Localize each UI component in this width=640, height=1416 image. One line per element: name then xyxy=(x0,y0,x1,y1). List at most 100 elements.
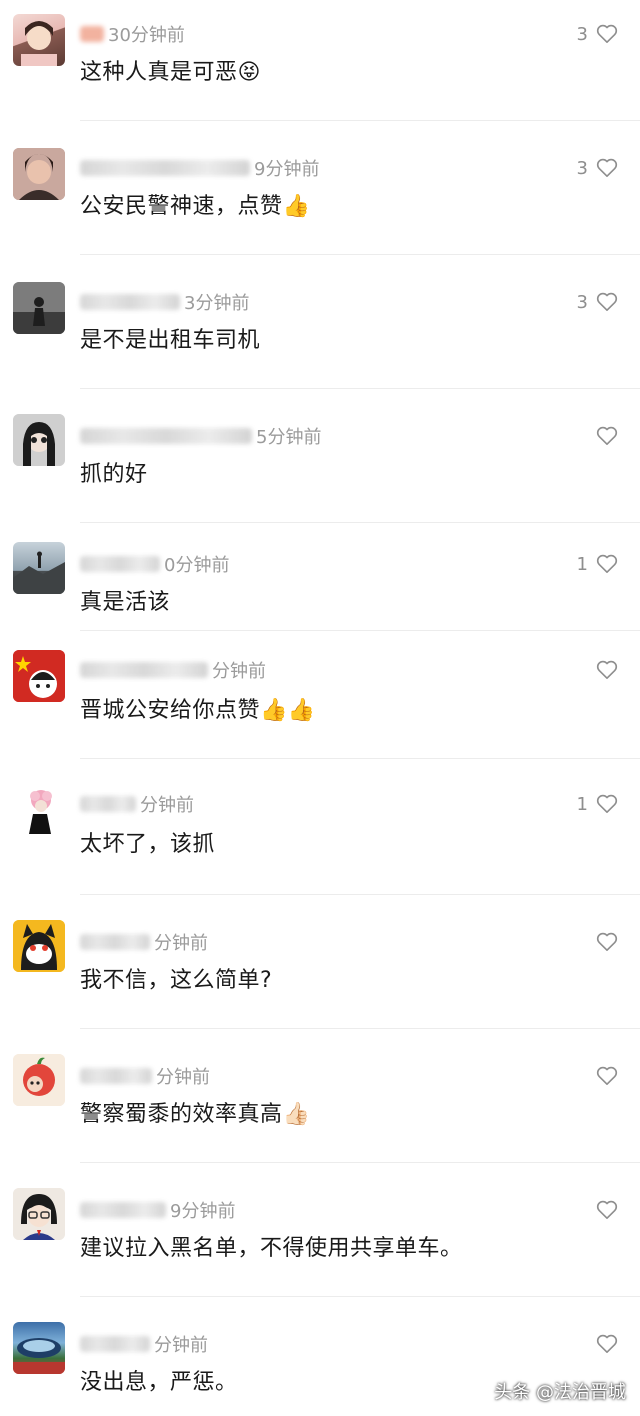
comment-time: 0分钟前 xyxy=(164,555,230,576)
avatar[interactable] xyxy=(13,920,65,972)
like-button[interactable] xyxy=(588,1198,618,1222)
avatar[interactable] xyxy=(13,414,65,466)
avatar[interactable] xyxy=(13,14,65,66)
username-blurred[interactable] xyxy=(80,26,104,42)
comment-meta: 0分钟前 xyxy=(80,550,229,578)
like-button[interactable] xyxy=(588,658,618,682)
like-count: 3 xyxy=(576,291,588,313)
divider xyxy=(80,630,640,631)
comment-meta: 9分钟前 xyxy=(80,1196,235,1224)
heart-outline-icon xyxy=(596,554,618,573)
comment-item: 分钟前 我不信，这么简单? xyxy=(0,908,640,1042)
avatar[interactable] xyxy=(13,1322,65,1374)
comment-time: 分钟前 xyxy=(212,661,266,682)
heart-outline-icon xyxy=(596,1066,618,1085)
heart-outline-icon xyxy=(596,794,618,813)
comment-text: 我不信，这么简单? xyxy=(80,968,273,993)
avatar[interactable] xyxy=(13,784,65,836)
like-count: 3 xyxy=(576,157,588,179)
username-blurred[interactable] xyxy=(80,1336,150,1352)
comment-meta: 9分钟前 xyxy=(80,154,319,182)
username-blurred[interactable] xyxy=(80,160,250,176)
comment-meta: 5分钟前 xyxy=(80,422,321,450)
avatar[interactable] xyxy=(13,1188,65,1240)
avatar[interactable] xyxy=(13,1054,65,1106)
comment-list: 30分钟前 这种人真是可恶😝 3 9分钟前 公安民警神速，点赞👍 3 3分钟前 … xyxy=(0,0,640,1416)
username-blurred[interactable] xyxy=(80,796,136,812)
comment-item: 9分钟前 建议拉入黑名单，不得使用共享单车。 xyxy=(0,1176,640,1310)
username-blurred[interactable] xyxy=(80,428,252,444)
heart-outline-icon xyxy=(596,660,618,679)
divider xyxy=(80,758,640,759)
comment-meta: 分钟前 xyxy=(80,790,194,818)
like-button[interactable]: 1 xyxy=(577,552,618,576)
divider xyxy=(80,120,640,121)
username-blurred[interactable] xyxy=(80,934,150,950)
avatar[interactable] xyxy=(13,650,65,702)
comment-time: 分钟前 xyxy=(140,795,194,816)
divider xyxy=(80,522,640,523)
comment-time: 5分钟前 xyxy=(256,427,322,448)
comment-text: 太坏了，该抓 xyxy=(80,832,216,857)
comment-meta: 分钟前 xyxy=(80,1062,210,1090)
comment-meta: 3分钟前 xyxy=(80,288,249,316)
comment-item: 9分钟前 公安民警神速，点赞👍 3 xyxy=(0,134,640,268)
heart-outline-icon xyxy=(596,426,618,445)
like-count: 1 xyxy=(576,793,588,815)
comment-item: 分钟前 太坏了，该抓 1 xyxy=(0,774,640,908)
avatar[interactable] xyxy=(13,542,65,594)
comment-meta: 分钟前 xyxy=(80,1330,208,1358)
comment-text: 抓的好 xyxy=(80,462,148,487)
comment-time: 9分钟前 xyxy=(170,1201,236,1222)
username-blurred[interactable] xyxy=(80,294,180,310)
comment-text: 真是活该 xyxy=(80,590,171,615)
like-button[interactable] xyxy=(588,1064,618,1088)
like-button[interactable]: 1 xyxy=(577,792,618,816)
like-button[interactable] xyxy=(588,930,618,954)
comment-meta: 分钟前 xyxy=(80,656,266,684)
comment-text: 警察蜀黍的效率真高👍🏻 xyxy=(80,1102,311,1127)
comment-time: 30分钟前 xyxy=(108,25,185,46)
comment-text: 晋城公安给你点赞👍👍 xyxy=(80,698,316,723)
comment-item: 5分钟前 抓的好 xyxy=(0,402,640,536)
avatar[interactable] xyxy=(13,148,65,200)
comment-item: 3分钟前 是不是出租车司机 3 xyxy=(0,268,640,402)
like-count: 3 xyxy=(576,23,588,45)
heart-outline-icon xyxy=(596,292,618,311)
comment-meta: 分钟前 xyxy=(80,928,208,956)
divider xyxy=(80,894,640,895)
like-button[interactable]: 3 xyxy=(577,290,618,314)
comment-item: 30分钟前 这种人真是可恶😝 3 xyxy=(0,0,640,134)
username-blurred[interactable] xyxy=(80,662,208,678)
comment-time: 分钟前 xyxy=(154,1335,208,1356)
comment-item: 分钟前 晋城公安给你点赞👍👍 xyxy=(0,640,640,774)
divider xyxy=(80,254,640,255)
comment-text: 这种人真是可恶😝 xyxy=(80,60,261,85)
comment-text: 没出息，严惩。 xyxy=(80,1370,238,1395)
divider xyxy=(80,388,640,389)
heart-outline-icon xyxy=(596,1200,618,1219)
comment-text: 建议拉入黑名单，不得使用共享单车。 xyxy=(80,1236,463,1261)
username-blurred[interactable] xyxy=(80,556,160,572)
heart-outline-icon xyxy=(596,158,618,177)
username-blurred[interactable] xyxy=(80,1068,152,1084)
comment-time: 9分钟前 xyxy=(254,159,320,180)
comment-item: 分钟前 警察蜀黍的效率真高👍🏻 xyxy=(0,1042,640,1176)
avatar[interactable] xyxy=(13,282,65,334)
like-button[interactable]: 3 xyxy=(577,22,618,46)
comment-meta: 30分钟前 xyxy=(80,20,185,48)
divider xyxy=(80,1162,640,1163)
comment-text: 公安民警神速，点赞👍 xyxy=(80,194,311,219)
divider xyxy=(80,1028,640,1029)
divider xyxy=(80,1296,640,1297)
watermark: 头条 @法治晋城 xyxy=(494,1382,626,1403)
comment-time: 3分钟前 xyxy=(184,293,250,314)
username-blurred[interactable] xyxy=(80,1202,166,1218)
heart-outline-icon xyxy=(596,932,618,951)
like-button[interactable] xyxy=(588,424,618,448)
heart-outline-icon xyxy=(596,24,618,43)
comment-time: 分钟前 xyxy=(156,1067,210,1088)
like-button[interactable]: 3 xyxy=(577,156,618,180)
like-button[interactable] xyxy=(588,1332,618,1356)
comment-text: 是不是出租车司机 xyxy=(80,328,261,353)
